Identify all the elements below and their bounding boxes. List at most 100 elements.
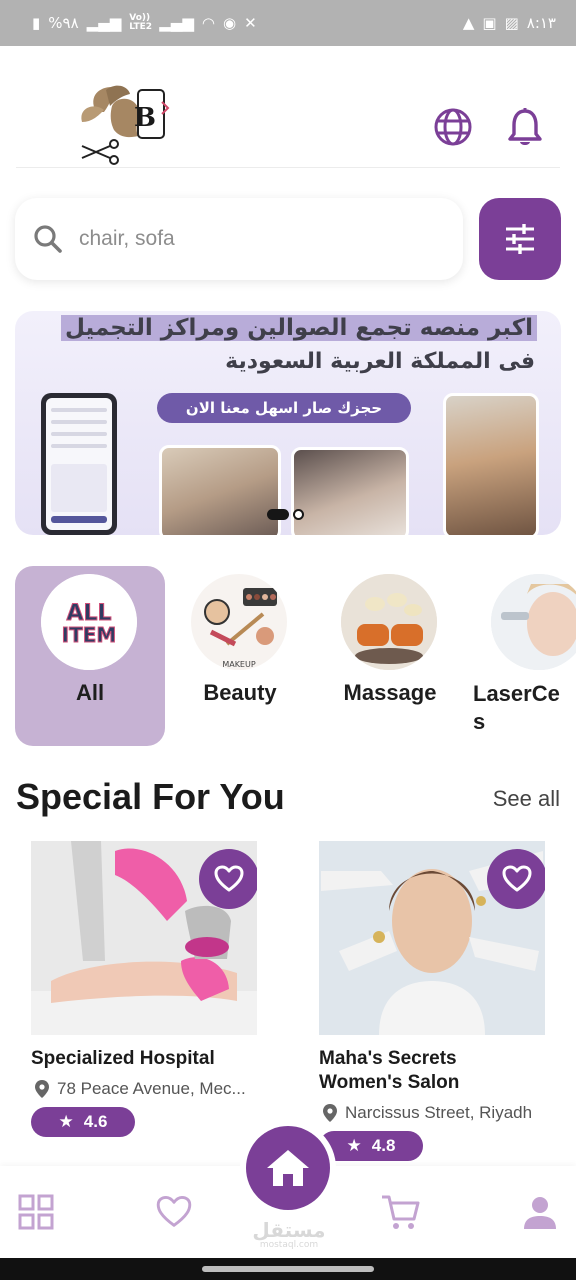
category-all-image: ALL ITEM: [41, 574, 137, 670]
category-label: All: [75, 680, 105, 705]
category-massage[interactable]: Massage: [315, 566, 465, 746]
nav-home[interactable]: [246, 1126, 330, 1210]
salon-location: 78 Peace Avenue, Mec...: [31, 1079, 271, 1099]
all-items-badge-icon: ALL ITEM: [41, 574, 137, 670]
salon-name: Maha's Secrets Women's Salon: [319, 1048, 460, 1093]
filter-button[interactable]: [479, 198, 561, 280]
banner-photo-hairwash: [291, 447, 409, 535]
rating-badge: ★ 4.6: [31, 1107, 135, 1137]
favorite-button[interactable]: [487, 849, 545, 909]
watermark-arabic: مستقل: [252, 1218, 326, 1242]
mute-icon: ✕: [244, 13, 257, 32]
gallery-icon: ▨: [504, 13, 519, 32]
category-laser[interactable]: LaserCe s: [465, 566, 576, 746]
location-pin-icon: [323, 1104, 337, 1122]
watermark-latin: mostaql.com: [259, 1240, 319, 1250]
nav-categories[interactable]: [16, 1192, 56, 1232]
category-massage-image: [341, 574, 437, 670]
pagination-dot-active[interactable]: [267, 509, 289, 520]
category-label: Massage: [343, 680, 437, 705]
phone-row: [51, 420, 107, 424]
nav-favorites[interactable]: [154, 1192, 194, 1232]
phone-button: [51, 516, 107, 523]
language-button[interactable]: [430, 104, 476, 150]
category-beauty[interactable]: MAKEUP Beauty: [165, 566, 315, 746]
banner-pagination: [267, 509, 304, 520]
laser-face-icon: [491, 574, 576, 670]
signal-icon-2: ▂▄▆: [159, 13, 194, 32]
status-left: ▮ %٩٨ ▂▄▆ Vo)) LTE2 ▂▄▆ ◠ ◉ ✕: [32, 13, 257, 33]
sliders-icon: [506, 224, 534, 254]
salon-name: Specialized Hospital: [31, 1048, 215, 1069]
salon-card[interactable]: Specialized Hospital 78 Peace Avenue, Me…: [31, 841, 291, 1137]
banner-subheadline: فى المملكة العربية السعودية: [225, 349, 535, 374]
banner-headline: اكبر منصه تجمع الصوالين ومراكز التجميل: [60, 315, 537, 341]
see-all-link[interactable]: See all: [493, 786, 560, 812]
status-bar: ▮ %٩٨ ▂▄▆ Vo)) LTE2 ▂▄▆ ◠ ◉ ✕ ▲ ▣ ▨ ٨:١٣: [0, 0, 576, 46]
heart-icon: [502, 865, 532, 892]
salon-location: Narcissus Street, Riyadh: [319, 1103, 559, 1123]
heart-icon: [214, 865, 244, 892]
battery-level: %٩٨: [48, 14, 79, 32]
salon-card[interactable]: Maha's Secrets Women's Salon Narcissus S…: [319, 841, 576, 1161]
category-label: Beauty: [203, 680, 277, 705]
brand-logo[interactable]: B: [76, 82, 182, 168]
hotspot-icon: ◉: [222, 13, 237, 32]
signal-icon: ▂▄▆: [86, 13, 122, 32]
cart-icon: [382, 1195, 420, 1229]
phone-row: [51, 432, 107, 436]
rating-value: 4.8: [371, 1136, 396, 1155]
category-list: ALL ITEM All MAKEUP Beauty Massage Laser…: [15, 566, 576, 746]
heart-icon: [156, 1195, 192, 1227]
category-label: LaserCe s: [473, 681, 560, 734]
banner-photo-facial: [159, 445, 281, 535]
profile-icon: [524, 1197, 556, 1229]
category-all[interactable]: ALL ITEM All: [15, 566, 165, 746]
banner-tagline: حجزك صار اسهل معنا الان: [157, 393, 411, 423]
location-pin-icon: [35, 1080, 49, 1098]
banner-phone-mockup: [41, 393, 117, 535]
makeup-icon: MAKEUP: [204, 588, 277, 669]
nav-cart[interactable]: [380, 1192, 420, 1232]
search-icon: [34, 225, 62, 253]
phone-screen: [46, 398, 112, 530]
battery-icon: ▮: [32, 13, 41, 32]
globe-icon: [434, 108, 472, 146]
phone-row: [51, 444, 107, 448]
salon-address: 78 Peace Avenue, Mec...: [57, 1079, 246, 1098]
search-bar: [15, 198, 463, 280]
wifi-icon: ◠: [201, 13, 215, 32]
screenshot-icon: ▣: [482, 13, 497, 32]
section-title: Special For You: [16, 776, 285, 817]
favorite-button[interactable]: [199, 849, 257, 909]
promo-banner[interactable]: اكبر منصه تجمع الصوالين ومراكز التجميل ف…: [15, 311, 561, 535]
system-gesture-bar: [0, 1258, 576, 1280]
banner-photo-hairdresser: [443, 393, 539, 535]
network-label: Vo)) LTE2: [129, 13, 153, 32]
salon-card-photo: [319, 841, 545, 1035]
watermark: مستقل mostaql.com: [252, 1220, 326, 1250]
salon-address: Narcissus Street, Riyadh: [345, 1103, 533, 1122]
notifications-button[interactable]: [502, 104, 548, 150]
app-screen: ▮ %٩٨ ▂▄▆ Vo)) LTE2 ▂▄▆ ◠ ◉ ✕ ▲ ▣ ▨ ٨:١٣…: [0, 0, 576, 1280]
search-input[interactable]: [79, 227, 419, 251]
salon-card-photo: [31, 841, 257, 1035]
home-icon: [267, 1150, 309, 1186]
rating-value: 4.6: [83, 1112, 108, 1131]
spa-towels-icon: [341, 574, 437, 670]
all-items-text-bottom: ITEM: [62, 623, 117, 647]
app-header: B: [16, 46, 560, 168]
star-icon: ★: [346, 1136, 362, 1155]
svg-text:MAKEUP: MAKEUP: [222, 660, 256, 669]
phone-calendar: [51, 464, 107, 512]
home-gesture-handle[interactable]: [202, 1266, 374, 1272]
status-time: ٨:١٣: [526, 14, 556, 32]
pagination-dot[interactable]: [293, 509, 304, 520]
star-icon: ★: [58, 1112, 74, 1131]
status-right: ▲ ▣ ▨ ٨:١٣: [463, 14, 556, 32]
category-laser-image: [491, 574, 576, 670]
rating-badge: ★ 4.8: [319, 1131, 423, 1161]
category-beauty-image: MAKEUP: [191, 574, 287, 670]
warning-icon: ▲: [462, 13, 475, 32]
nav-profile[interactable]: [520, 1192, 560, 1232]
